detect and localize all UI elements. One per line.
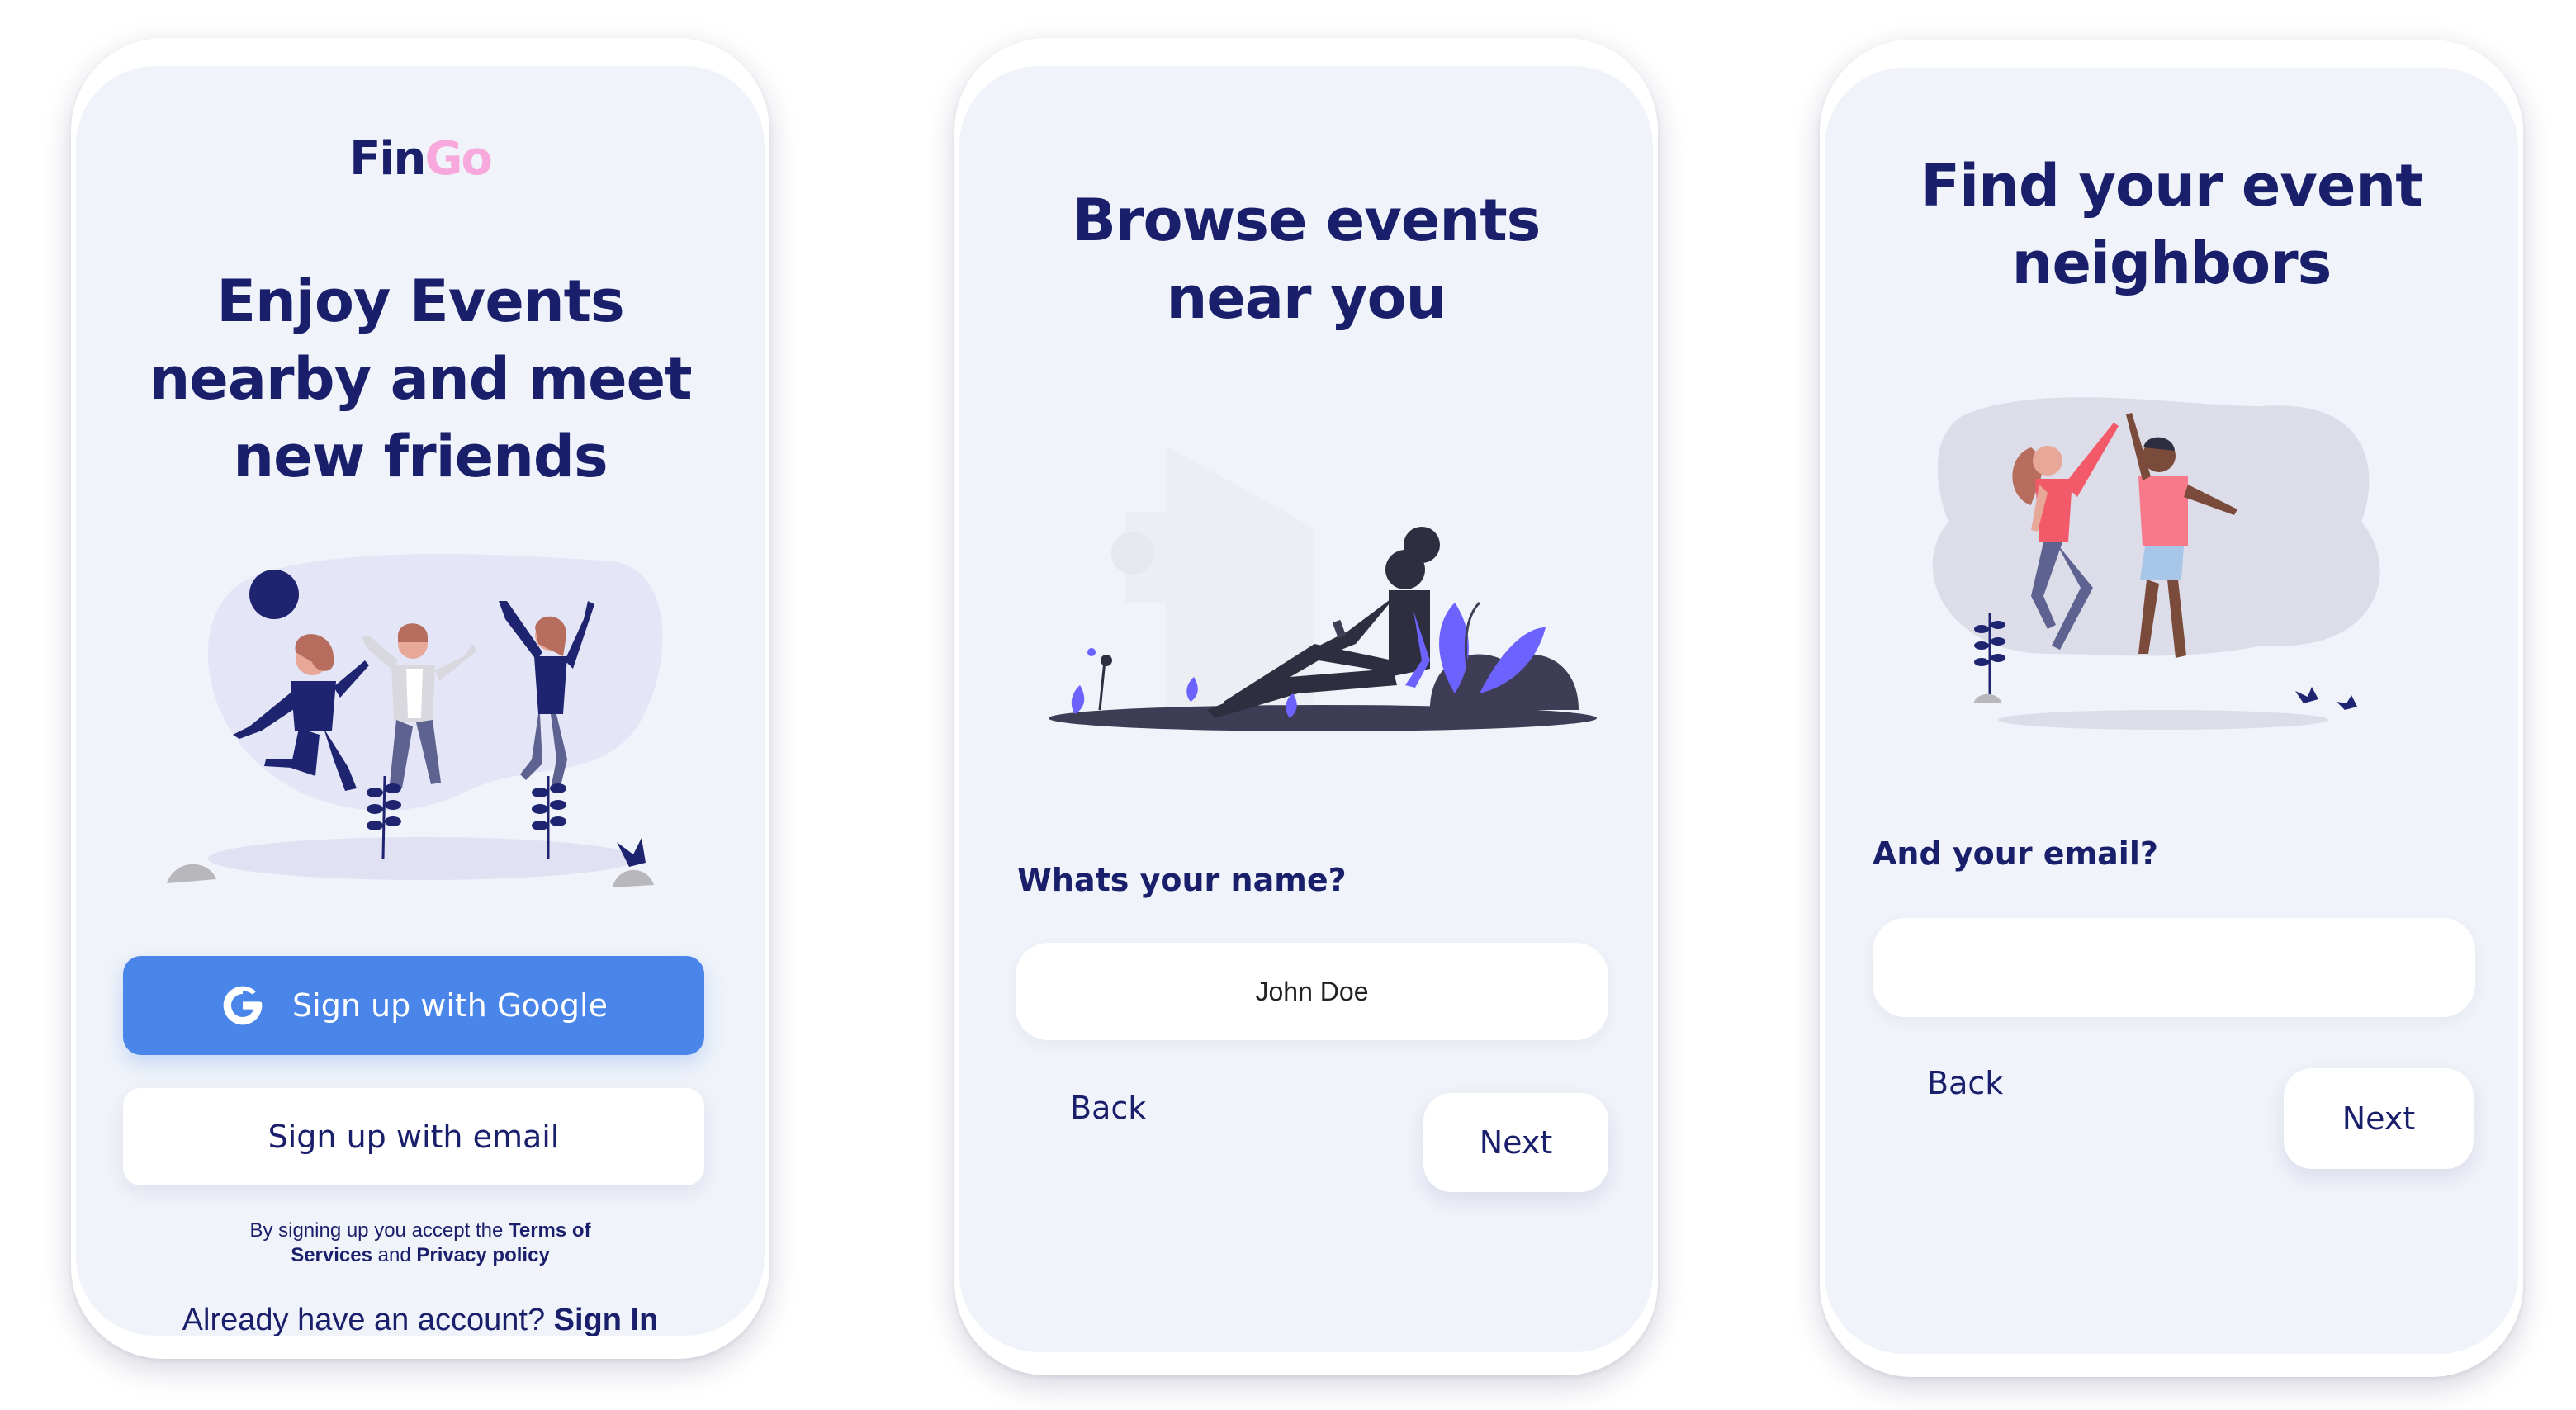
next-button-label: Next: [2342, 1100, 2416, 1137]
terms-text: By signing up you accept the Terms of Se…: [249, 1219, 591, 1266]
app-logo: FinGo: [349, 132, 493, 186]
back-button[interactable]: Back: [1070, 1090, 1146, 1126]
sign-in-link[interactable]: Sign In: [554, 1303, 659, 1336]
sign-up-google-button[interactable]: Sign up with Google: [123, 956, 704, 1055]
woman-sitting-phone-illustration: [1049, 446, 1597, 731]
signup-screen: FinGo Enjoy Events nearby and meet new f…: [76, 66, 765, 1336]
email-button-label: Sign up with email: [268, 1119, 560, 1155]
name-field-label: Whats your name?: [1017, 862, 1347, 898]
google-g-icon: [223, 986, 263, 1025]
next-button[interactable]: Next: [2284, 1068, 2474, 1169]
email-step-screen: Find your event neighbors And your email…: [1825, 68, 2518, 1354]
email-field-label: And your email?: [1873, 835, 2158, 872]
sprout-decoration: [1087, 648, 1112, 711]
sign-in-prompt: Already have an account? Sign In: [182, 1303, 659, 1336]
name-step-screen: Browse events near you Whats your name? …: [959, 66, 1653, 1352]
sign-up-email-button[interactable]: Sign up with email: [123, 1088, 704, 1185]
privacy-link[interactable]: Privacy policy: [416, 1244, 549, 1266]
terms-link[interactable]: Terms of: [509, 1219, 591, 1242]
phone-frame-name-step: Browse events near you Whats your name? …: [954, 38, 1658, 1375]
neighbors-headline: Find your event neighbors: [1920, 152, 2422, 297]
back-button[interactable]: Back: [1927, 1065, 2003, 1101]
phone-frame-signup: FinGo Enjoy Events nearby and meet new f…: [71, 38, 769, 1359]
friends-jumping-illustration: [167, 554, 663, 887]
terms-link-services[interactable]: Services: [291, 1244, 372, 1266]
email-input[interactable]: [1873, 918, 2475, 1017]
next-button[interactable]: Next: [1423, 1093, 1608, 1192]
google-button-label: Sign up with Google: [292, 987, 608, 1024]
high-five-illustration: [1932, 397, 2380, 730]
next-button-label: Next: [1479, 1124, 1553, 1161]
name-input[interactable]: [1016, 943, 1608, 1040]
signup-headline: Enjoy Events nearby and meet new friends: [149, 267, 692, 490]
browse-headline: Browse events near you: [1072, 187, 1541, 332]
phone-frame-email-step: Find your event neighbors And your email…: [1820, 40, 2523, 1377]
